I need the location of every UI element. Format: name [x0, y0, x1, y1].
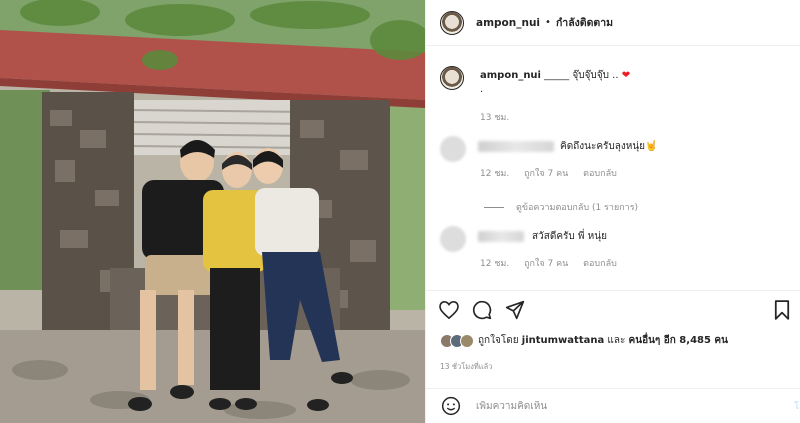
- likes-prefix: ถูกใจโดย: [478, 335, 522, 346]
- following-button[interactable]: กำลังติดตาม: [556, 14, 613, 31]
- post-photo[interactable]: [0, 0, 425, 423]
- comment-time[interactable]: 12 ชม.: [480, 259, 509, 269]
- bookmark-icon[interactable]: [771, 299, 793, 321]
- likes-text: ถูกใจโดย jintumwattana และ คนอื่นๆ อีก 8…: [478, 333, 728, 348]
- comment-meta: 12 ชม. ถูกใจ 7 คน ตอบกลับ: [480, 256, 629, 270]
- posted-time[interactable]: 13 ชั่วโมงที่แล้ว: [440, 361, 492, 373]
- photo-illustration: [0, 0, 425, 423]
- liker-avatar: [460, 333, 474, 348]
- post-detail-panel: ampon_nui • กำลังติดตาม ampon_nui _____ …: [425, 0, 800, 423]
- commenter-avatar-blurred[interactable]: [440, 226, 466, 252]
- header-separator: •: [545, 17, 551, 28]
- caption-username[interactable]: ampon_nui: [480, 70, 541, 81]
- comment-likes[interactable]: ถูกใจ 7 คน: [524, 169, 568, 179]
- comments-section: ampon_nui _____ จุ๊บจุ๊บจุ๊บ .. ❤ . 13 ช…: [426, 46, 800, 290]
- share-icon[interactable]: [504, 299, 526, 321]
- reply-button[interactable]: ตอบกลับ: [583, 259, 617, 269]
- comment-input[interactable]: [476, 400, 776, 412]
- comment-likes[interactable]: ถูกใจ 7 คน: [524, 259, 568, 269]
- reply-button[interactable]: ตอบกลับ: [583, 169, 617, 179]
- author-avatar[interactable]: [440, 10, 464, 35]
- post-header: ampon_nui • กำลังติดตาม: [426, 0, 800, 46]
- comment-meta: 12 ชม. ถูกใจ 7 คน ตอบกลับ: [480, 166, 629, 180]
- replies-divider-line: [484, 206, 504, 208]
- emoji-icon[interactable]: [440, 395, 462, 417]
- post-comment-button[interactable]: โ: [794, 399, 799, 413]
- caption-avatar[interactable]: [440, 66, 464, 90]
- post-actions: ถูกใจโดย jintumwattana และ คนอื่นๆ อีก 8…: [426, 290, 800, 388]
- likes-middle: และ: [604, 335, 629, 346]
- heart-icon[interactable]: [438, 299, 460, 321]
- comment-text: คิดถึงนะครับลุงหนุ่ย🤘: [560, 141, 658, 152]
- other-likers-count[interactable]: คนอื่นๆ อีก 8,485 คน: [629, 335, 728, 346]
- view-replies-button[interactable]: ดูข้อความตอบกลับ (1 รายการ): [484, 200, 638, 214]
- heart-emoji-icon: ❤: [621, 70, 631, 81]
- comment-icon[interactable]: [471, 299, 493, 321]
- comment-text: สวัสดีครับ พี่ หนุ่ย: [532, 231, 607, 242]
- view-replies-label: ดูข้อความตอบกลับ (1 รายการ): [516, 203, 639, 213]
- comment-time[interactable]: 12 ชม.: [480, 169, 509, 179]
- caption-time[interactable]: 13 ชม.: [480, 110, 509, 124]
- author-username[interactable]: ampon_nui: [476, 17, 540, 29]
- caption-text: ampon_nui _____ จุ๊บจุ๊บจุ๊บ .. ❤: [480, 68, 630, 83]
- caption-second-line: .: [480, 84, 484, 95]
- commenter-avatar-blurred[interactable]: [440, 136, 466, 162]
- commenter-username-blurred[interactable]: [478, 231, 524, 242]
- add-comment-bar: โ: [426, 388, 800, 423]
- caption-body: _____ จุ๊บจุ๊บจุ๊บ ..: [540, 70, 622, 81]
- first-liker-username[interactable]: jintumwattana: [522, 335, 604, 346]
- commenter-username-blurred[interactable]: [478, 141, 554, 152]
- likes-summary[interactable]: ถูกใจโดย jintumwattana และ คนอื่นๆ อีก 8…: [440, 333, 728, 348]
